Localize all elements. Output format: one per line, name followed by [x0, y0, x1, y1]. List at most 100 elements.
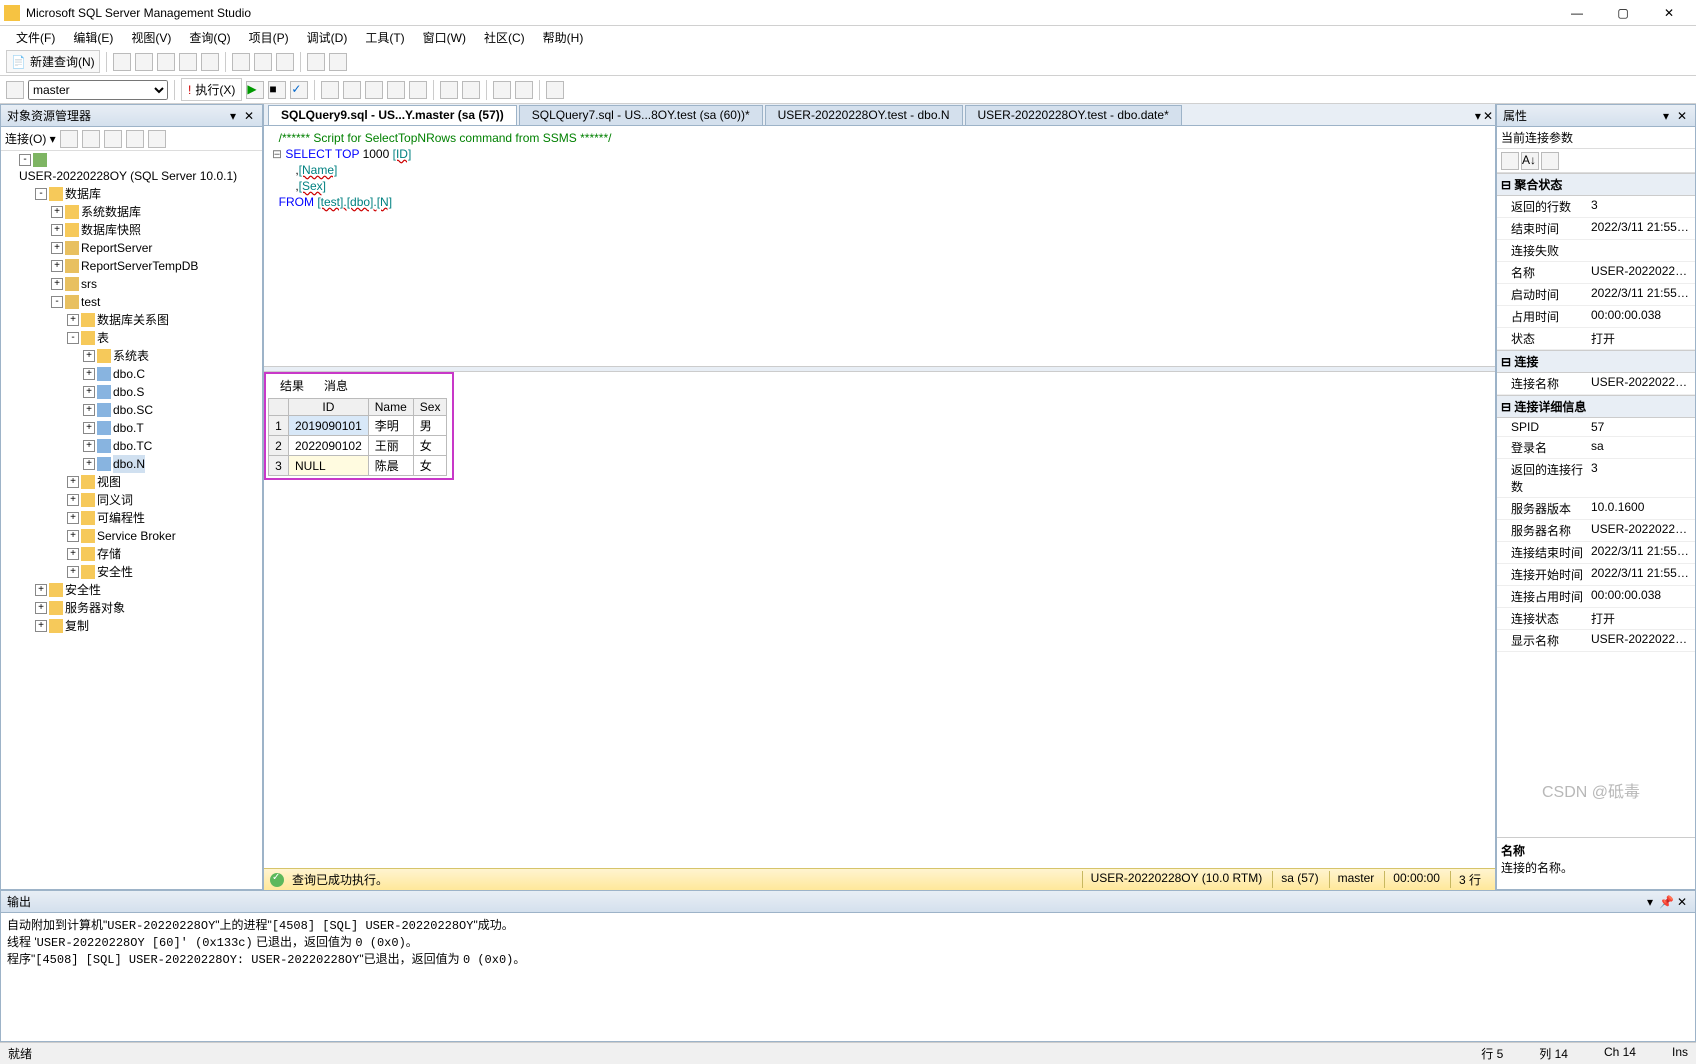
- menu-help[interactable]: 帮助(H): [535, 27, 592, 48]
- pin-icon[interactable]: ▾: [226, 109, 240, 123]
- parse-icon[interactable]: ✓: [290, 81, 308, 99]
- tree-item[interactable]: 服务器对象: [65, 599, 125, 617]
- output-text[interactable]: 自动附加到计算机"USER-20220228OY"上的进程"[4508] [SQ…: [1, 913, 1695, 1041]
- tab-sqlquery7[interactable]: SQLQuery7.sql - US...8OY.test (sa (60))*: [519, 105, 763, 125]
- tree-db[interactable]: ReportServer: [81, 239, 152, 257]
- properties-grid[interactable]: ⊟ 聚合状态返回的行数3结束时间2022/3/11 21:55:49连接失败名称…: [1497, 173, 1695, 837]
- new-query-button[interactable]: 📄 新建查询(N): [6, 50, 100, 73]
- tree-db[interactable]: srs: [81, 275, 97, 293]
- col-sex[interactable]: Sex: [413, 399, 447, 416]
- menu-community[interactable]: 社区(C): [476, 27, 533, 48]
- toolbar-icon[interactable]: [546, 81, 564, 99]
- pin-icon[interactable]: 📌: [1659, 895, 1673, 909]
- comment-icon[interactable]: [440, 81, 458, 99]
- tree-databases[interactable]: 数据库: [65, 185, 101, 203]
- open-file-icon[interactable]: [232, 53, 250, 71]
- menu-query[interactable]: 查询(Q): [181, 27, 238, 48]
- tab-menu-icon[interactable]: ▾: [1475, 109, 1481, 123]
- disconnect-icon[interactable]: [82, 130, 100, 148]
- close-icon[interactable]: ✕: [1675, 895, 1689, 909]
- minimize-button[interactable]: —: [1554, 1, 1600, 25]
- stop-icon[interactable]: ■: [268, 81, 286, 99]
- result-grid[interactable]: IDNameSex 12019090101李明男 22022090102王丽女 …: [264, 396, 454, 480]
- maximize-button[interactable]: ▢: [1600, 1, 1646, 25]
- tree-table[interactable]: dbo.T: [113, 419, 144, 437]
- prop-page-icon[interactable]: [1541, 152, 1559, 170]
- cell[interactable]: 女: [413, 436, 447, 456]
- tree-db[interactable]: ReportServerTempDB: [81, 257, 198, 275]
- tree-item[interactable]: 复制: [65, 617, 89, 635]
- close-icon[interactable]: ✕: [242, 109, 256, 123]
- cell[interactable]: 男: [413, 416, 447, 436]
- refresh-icon[interactable]: [148, 130, 166, 148]
- col-name[interactable]: Name: [368, 399, 413, 416]
- cell[interactable]: 陈晨: [368, 456, 413, 476]
- tree-item[interactable]: 数据库快照: [81, 221, 141, 239]
- close-button[interactable]: ✕: [1646, 1, 1692, 25]
- toolbar-icon[interactable]: [179, 53, 197, 71]
- stop-icon[interactable]: [104, 130, 122, 148]
- indent-icon[interactable]: [493, 81, 511, 99]
- tree-item[interactable]: 系统表: [113, 347, 149, 365]
- categorized-icon[interactable]: [1501, 152, 1519, 170]
- menu-view[interactable]: 视图(V): [123, 27, 179, 48]
- tree-item[interactable]: 可编程性: [97, 509, 145, 527]
- toolbar-icon[interactable]: [321, 81, 339, 99]
- tree-db-test[interactable]: test: [81, 293, 100, 311]
- toolbar-icon[interactable]: [135, 53, 153, 71]
- pin-icon[interactable]: ▾: [1659, 109, 1673, 123]
- tree-table-selected[interactable]: dbo.N: [113, 455, 145, 473]
- toolbar-icon[interactable]: [329, 53, 347, 71]
- toolbar-icon[interactable]: [157, 53, 175, 71]
- toolbar-icon[interactable]: [113, 53, 131, 71]
- tree-item[interactable]: 同义词: [97, 491, 133, 509]
- menu-project[interactable]: 项目(P): [241, 27, 297, 48]
- tree-table[interactable]: dbo.TC: [113, 437, 152, 455]
- cell[interactable]: 2022090102: [289, 436, 369, 456]
- cell[interactable]: NULL: [289, 456, 369, 476]
- tree-table[interactable]: dbo.S: [113, 383, 144, 401]
- tree-server[interactable]: USER-20220228OY (SQL Server 10.0.1): [19, 167, 237, 185]
- results-tab[interactable]: 结果: [270, 375, 310, 396]
- cell[interactable]: 王丽: [368, 436, 413, 456]
- tree-table[interactable]: dbo.C: [113, 365, 145, 383]
- tab-sqlquery9[interactable]: SQLQuery9.sql - US...Y.master (sa (57)): [268, 105, 517, 125]
- database-select[interactable]: master: [28, 80, 168, 100]
- menu-window[interactable]: 窗口(W): [415, 27, 474, 48]
- save-icon[interactable]: [254, 53, 272, 71]
- menu-tools[interactable]: 工具(T): [357, 27, 412, 48]
- execute-button[interactable]: ! 执行(X): [181, 78, 242, 101]
- connect-dropdown[interactable]: 连接(O) ▾: [5, 130, 56, 147]
- menu-debug[interactable]: 调试(D): [299, 27, 356, 48]
- debug-icon[interactable]: ▶: [246, 81, 264, 99]
- toolbar-icon[interactable]: [343, 81, 361, 99]
- tree-item[interactable]: 存储: [97, 545, 121, 563]
- tree-item[interactable]: Service Broker: [97, 527, 176, 545]
- uncomment-icon[interactable]: [462, 81, 480, 99]
- cell[interactable]: 女: [413, 456, 447, 476]
- tree-item[interactable]: 系统数据库: [81, 203, 141, 221]
- tree-tables[interactable]: 表: [97, 329, 109, 347]
- cell[interactable]: 2019090101: [289, 416, 369, 436]
- tree-item[interactable]: 视图: [97, 473, 121, 491]
- db-selector-icon[interactable]: [6, 81, 24, 99]
- cell[interactable]: 李明: [368, 416, 413, 436]
- results-to-grid-icon[interactable]: [365, 81, 383, 99]
- outdent-icon[interactable]: [515, 81, 533, 99]
- tree-table[interactable]: dbo.SC: [113, 401, 153, 419]
- col-id[interactable]: ID: [289, 399, 369, 416]
- tab-dbo-n[interactable]: USER-20220228OY.test - dbo.N: [765, 105, 963, 125]
- tree-item[interactable]: 安全性: [65, 581, 101, 599]
- results-to-file-icon[interactable]: [409, 81, 427, 99]
- results-to-text-icon[interactable]: [387, 81, 405, 99]
- alphabetical-icon[interactable]: A↓: [1521, 152, 1539, 170]
- messages-tab[interactable]: 消息: [314, 375, 354, 396]
- dropdown-icon[interactable]: ▾: [1643, 895, 1657, 909]
- filter-icon[interactable]: [126, 130, 144, 148]
- menu-edit[interactable]: 编辑(E): [65, 27, 121, 48]
- tab-close-icon[interactable]: ✕: [1483, 109, 1493, 123]
- toolbar-icon[interactable]: [307, 53, 325, 71]
- tab-dbo-date[interactable]: USER-20220228OY.test - dbo.date*: [965, 105, 1182, 125]
- tree-item[interactable]: 安全性: [97, 563, 133, 581]
- close-icon[interactable]: ✕: [1675, 109, 1689, 123]
